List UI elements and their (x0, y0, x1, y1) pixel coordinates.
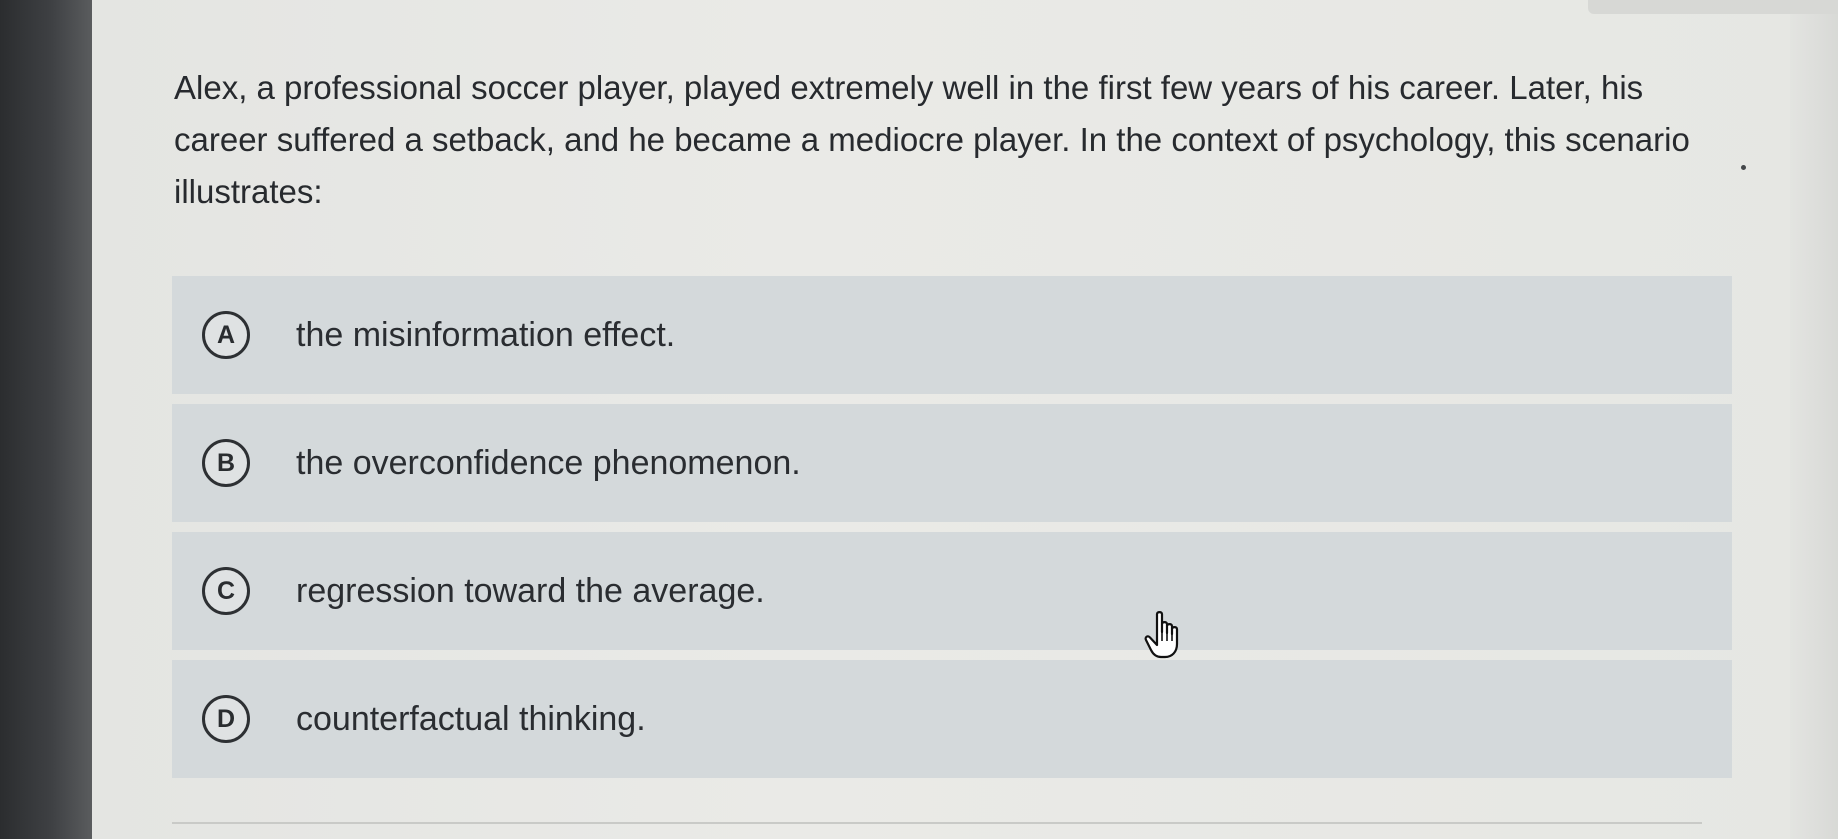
stray-dot (1741, 165, 1746, 170)
top-tab (1588, 0, 1838, 14)
option-letter-badge: D (202, 695, 250, 743)
monitor-bezel (0, 0, 92, 839)
option-letter-badge: B (202, 439, 250, 487)
option-d[interactable]: D counterfactual thinking. (172, 660, 1732, 778)
option-c[interactable]: C regression toward the average. (172, 532, 1732, 650)
option-label: counterfactual thinking. (296, 699, 646, 738)
page-edge (1790, 0, 1838, 839)
answer-options: A the misinformation effect. B the overc… (172, 276, 1732, 788)
hand-pointer-icon (1144, 611, 1179, 659)
option-b[interactable]: B the overconfidence phenomenon. (172, 404, 1732, 522)
question-text: Alex, a professional soccer player, play… (174, 69, 1690, 210)
option-label: regression toward the average. (296, 571, 765, 610)
option-label: the overconfidence phenomenon. (296, 443, 801, 482)
bottom-divider (172, 822, 1702, 824)
option-a[interactable]: A the misinformation effect. (172, 276, 1732, 394)
option-letter-badge: C (202, 567, 250, 615)
option-letter-badge: A (202, 311, 250, 359)
option-label: the misinformation effect. (296, 315, 676, 354)
